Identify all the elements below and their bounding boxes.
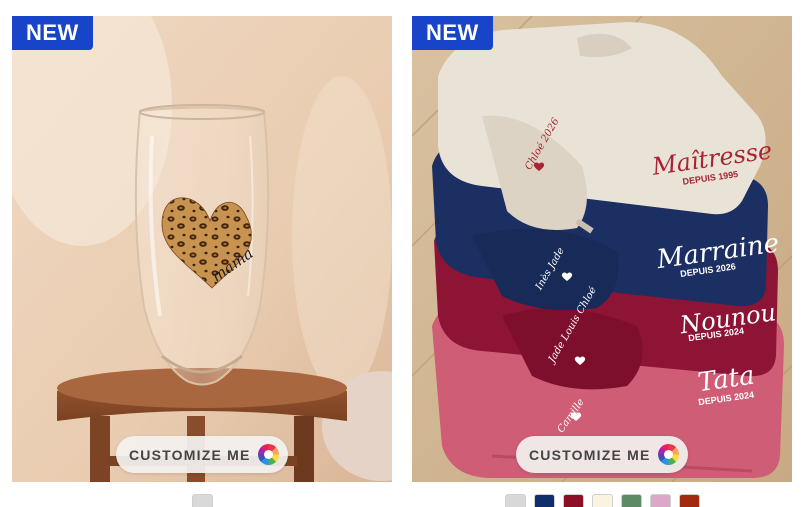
product-card-sweatshirts[interactable]: Maîtresse DEPUIS 1995 Chloé 2026 Marrain… xyxy=(412,16,792,482)
color-swatches-glass xyxy=(192,494,213,507)
color-swatch[interactable] xyxy=(650,494,671,507)
color-swatch[interactable] xyxy=(192,494,213,507)
color-swatch[interactable] xyxy=(534,494,555,507)
new-badge: NEW xyxy=(412,16,493,50)
customize-button[interactable]: CUSTOMIZE ME xyxy=(516,436,688,473)
product-grid: mama NEW CUSTOMIZE ME Maîtresse DEPUIS 1… xyxy=(0,0,807,507)
color-swatch[interactable] xyxy=(505,494,526,507)
customize-button[interactable]: CUSTOMIZE ME xyxy=(116,436,288,473)
customize-label: CUSTOMIZE ME xyxy=(529,446,651,463)
new-badge: NEW xyxy=(12,16,93,50)
color-swatch[interactable] xyxy=(592,494,613,507)
color-wheel-icon xyxy=(258,444,280,465)
product-card-glass[interactable]: mama NEW CUSTOMIZE ME xyxy=(12,16,392,482)
color-swatch[interactable] xyxy=(563,494,584,507)
color-wheel-icon xyxy=(658,444,680,465)
color-swatch[interactable] xyxy=(679,494,700,507)
color-swatch[interactable] xyxy=(621,494,642,507)
color-swatches-sweatshirts xyxy=(505,494,700,507)
customize-label: CUSTOMIZE ME xyxy=(129,446,251,463)
product-image-glass[interactable]: mama xyxy=(12,16,392,482)
product-image-sweatshirts[interactable]: Maîtresse DEPUIS 1995 Chloé 2026 Marrain… xyxy=(412,16,792,482)
